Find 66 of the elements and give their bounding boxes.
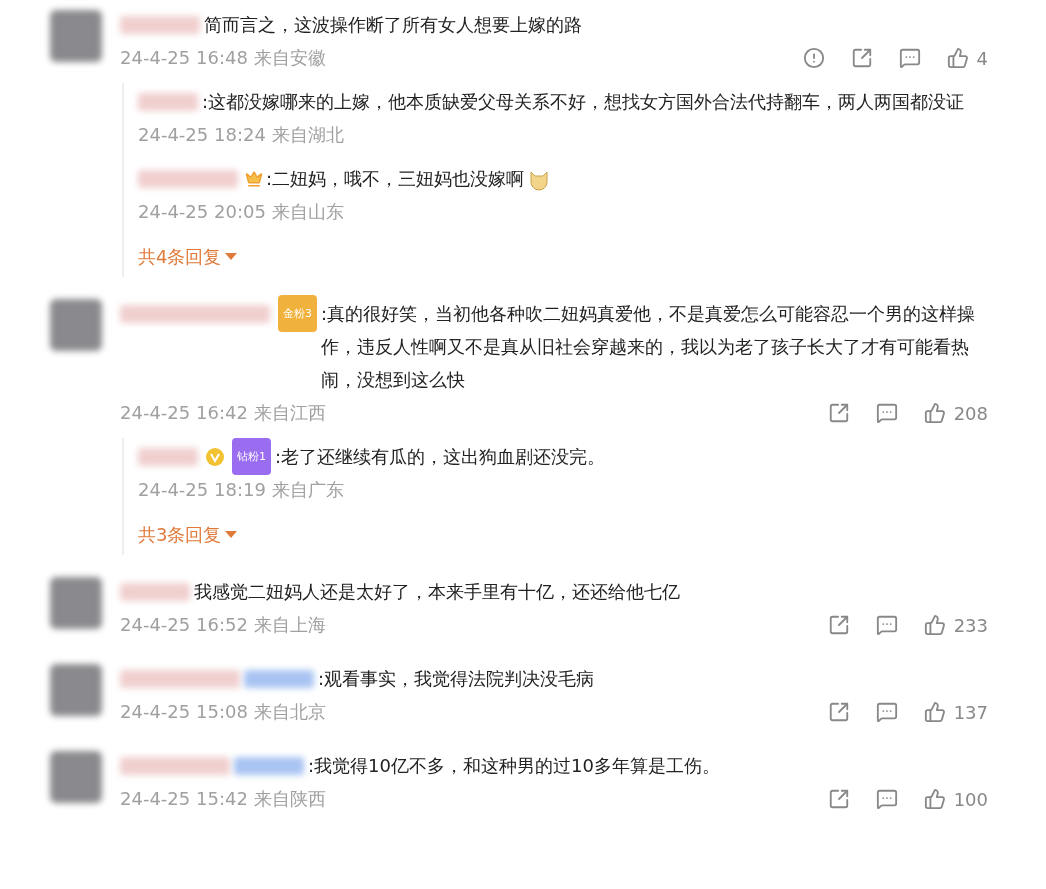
- more-replies-link[interactable]: 共4条回复: [138, 245, 238, 269]
- share-button[interactable]: [827, 788, 850, 810]
- thumbs-up-icon: [946, 47, 969, 69]
- share-icon: [827, 788, 850, 810]
- comment-icon: [875, 788, 898, 810]
- blurred-username: [138, 92, 198, 111]
- comment-icon: [898, 47, 921, 69]
- reply-time: 24-4-25 20:05 来自山东: [138, 200, 344, 224]
- share-icon: [850, 47, 873, 69]
- share-button[interactable]: [827, 614, 850, 636]
- crown-icon: [245, 169, 263, 188]
- caret-icon: [225, 531, 238, 539]
- like-button[interactable]: 233: [923, 614, 988, 636]
- avatar[interactable]: [50, 299, 102, 351]
- avatar[interactable]: [50, 751, 102, 803]
- reply-time: 24-4-25 18:19 来自广东: [138, 478, 344, 502]
- share-icon: [827, 701, 850, 723]
- fan-badge: 钻粉1: [232, 438, 271, 475]
- comment-time: 24-4-25 15:42 来自陕西: [120, 787, 326, 811]
- reply-text: :二妞妈，哦不，三妞妈也没嫁啊: [266, 162, 988, 195]
- thumbs-up-icon: [923, 614, 946, 636]
- comment-icon: [875, 402, 898, 424]
- comment-text: :观看事实，我觉得法院判决没毛病: [318, 667, 596, 691]
- comment-text: 简而言之，这波操作断了所有女人想要上嫁的路: [204, 13, 583, 37]
- comment-button[interactable]: [875, 701, 898, 723]
- avatar[interactable]: [50, 664, 102, 716]
- blurred-username: [120, 582, 190, 601]
- avatar[interactable]: [50, 577, 102, 629]
- comment-time: 24-4-25 15:08 来自北京: [120, 700, 326, 724]
- comment-time: 24-4-25 16:52 来自上海: [120, 613, 326, 637]
- comment-icon: [875, 614, 898, 636]
- alert-icon: [802, 47, 825, 69]
- comment-icon: [875, 701, 898, 723]
- fan-badge: 金粉3: [278, 295, 317, 332]
- comment-button[interactable]: [875, 402, 898, 424]
- like-button[interactable]: 208: [923, 402, 988, 424]
- comment-text: :我觉得10亿不多，和这种男的过10多年算是工伤。: [308, 754, 721, 778]
- comment-button[interactable]: [898, 47, 921, 69]
- blurred-username: [138, 447, 198, 466]
- comment-text: :真的很好笑，当初他各种吹二妞妈真爱他，不是真爱怎么可能容忍一个男的这样操作，违反人性啊又不是真从旧社会穿越来的，我以为老了孩子长大了才有可能看热闹，没想到这么快: [321, 302, 977, 392]
- comment-button[interactable]: [875, 788, 898, 810]
- comment-time: 24-4-25 16:42 来自江西: [120, 401, 326, 425]
- reply-time: 24-4-25 18:24 来自湖北: [138, 123, 344, 147]
- thumbs-up-icon: [923, 701, 946, 723]
- thumbs-up-icon: [923, 788, 946, 810]
- report-button[interactable]: [802, 47, 825, 69]
- reply-text: :老了还继续有瓜的，这出狗血剧还没完。: [275, 445, 607, 469]
- blurred-badge: [244, 669, 314, 688]
- share-icon: [827, 614, 850, 636]
- verified-icon: [205, 446, 225, 467]
- like-button[interactable]: 137: [923, 701, 988, 723]
- share-button[interactable]: [827, 402, 850, 424]
- share-button[interactable]: [827, 701, 850, 723]
- like-button[interactable]: 4: [946, 47, 988, 69]
- avatar[interactable]: [50, 10, 102, 62]
- caret-icon: [225, 253, 238, 261]
- comment-time: 24-4-25 16:48 来自安徽: [120, 46, 326, 70]
- more-replies-link[interactable]: 共3条回复: [138, 523, 238, 547]
- thumbs-up-icon: [923, 402, 946, 424]
- like-button[interactable]: 100: [923, 788, 988, 810]
- blurred-badge: [234, 756, 304, 775]
- comment-button[interactable]: [875, 614, 898, 636]
- share-button[interactable]: [850, 47, 873, 69]
- share-icon: [827, 402, 850, 424]
- comment-text: 我感觉二妞妈人还是太好了，本来手里有十亿，还还给他七亿: [194, 580, 681, 604]
- reply-text: :这都没嫁哪来的上嫁，他本质缺爱父母关系不好，想找女方国外合法代持翻车，两人两国都没证: [202, 90, 966, 114]
